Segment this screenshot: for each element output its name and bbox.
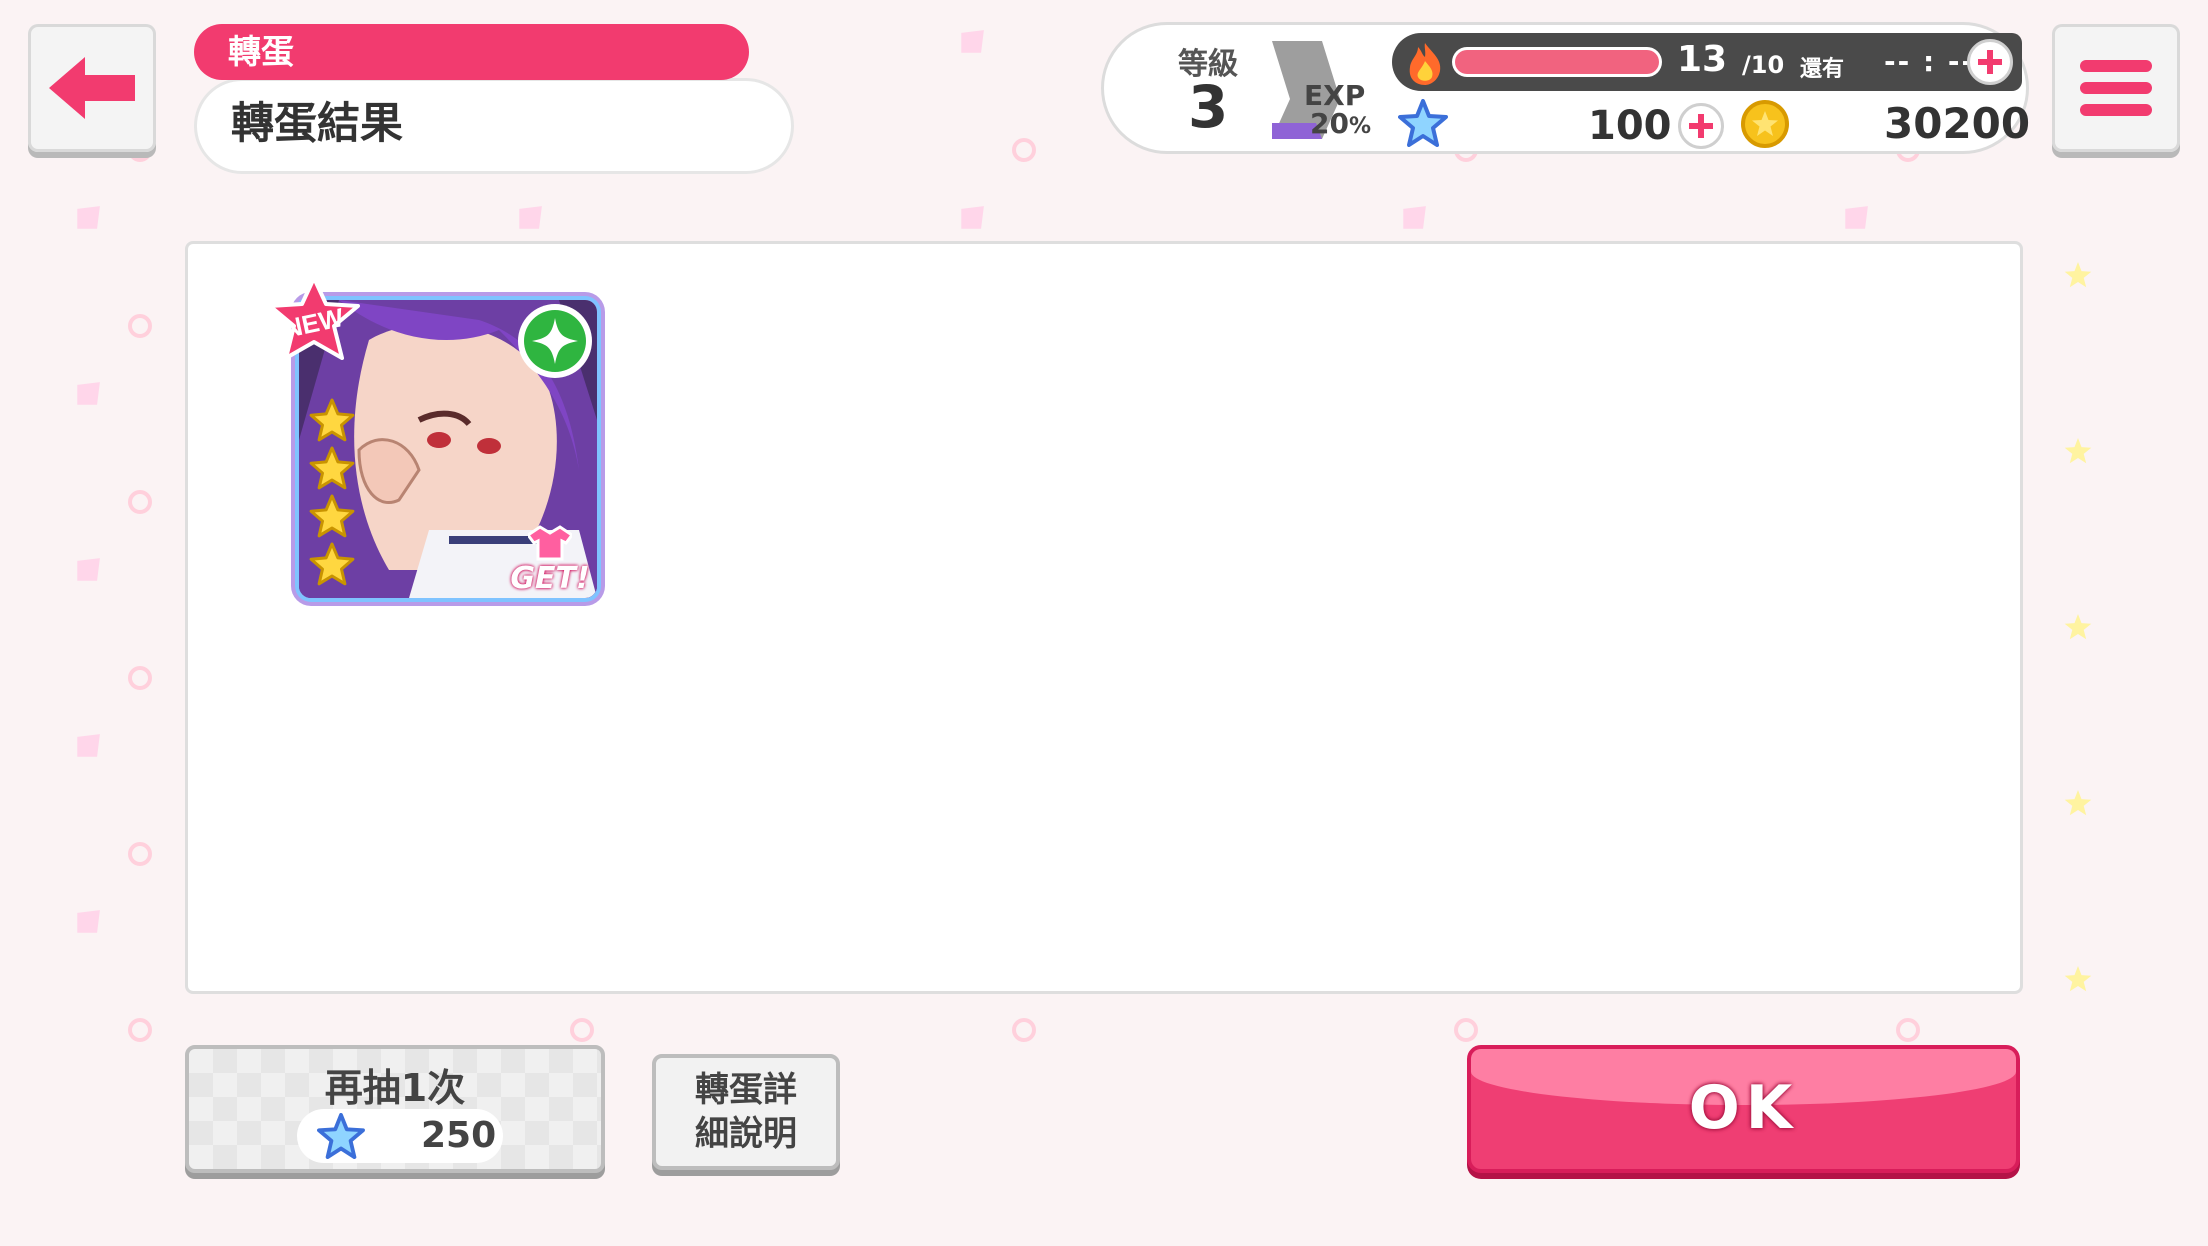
- details-label-line1: 轉蛋詳: [695, 1070, 797, 1110]
- plus-icon: [1689, 114, 1713, 138]
- stamina-add-button[interactable]: [1967, 39, 2013, 85]
- draw-again-label: 再抽1次: [324, 1066, 466, 1110]
- back-arrow-icon: [49, 57, 135, 119]
- flame-icon: [1409, 43, 1441, 85]
- bg-decoration: [2064, 790, 2092, 816]
- bg-decoration: [77, 558, 100, 581]
- stamina-max: /10: [1742, 51, 1785, 79]
- bg-decoration: [128, 666, 152, 690]
- gem-add-button[interactable]: [1678, 103, 1724, 149]
- gem-count: 100: [1588, 103, 1672, 149]
- star-gem-icon: [317, 1113, 365, 1159]
- bg-decoration: [128, 842, 152, 866]
- ok-label: OK: [1688, 1073, 1799, 1143]
- bg-decoration: [1403, 206, 1426, 229]
- back-button[interactable]: [28, 24, 156, 152]
- bg-decoration: [77, 910, 100, 933]
- remaining-time: -- : --: [1884, 45, 1976, 78]
- draw-cost-value: 250: [421, 1115, 497, 1156]
- page-category: 轉蛋: [194, 24, 749, 80]
- bg-decoration: [1012, 138, 1036, 162]
- plus-icon: [1978, 50, 2002, 74]
- rarity-star-icon: [309, 398, 355, 442]
- rarity-star-icon: [309, 446, 355, 490]
- bg-decoration: [2064, 262, 2092, 288]
- ok-button[interactable]: OK: [1467, 1045, 2020, 1173]
- coin-count: 30200: [1884, 99, 2031, 148]
- bg-decoration: [519, 206, 542, 229]
- draw-cost: 250: [297, 1109, 503, 1163]
- bg-decoration: [2064, 614, 2092, 640]
- coin-icon: [1741, 100, 1789, 148]
- attribute-icon: [518, 304, 592, 378]
- stamina-value: 13: [1677, 39, 1728, 80]
- page-title: 轉蛋結果: [194, 78, 794, 174]
- screen-title: 轉蛋結果 轉蛋: [194, 24, 794, 174]
- level-value: 3: [1188, 73, 1229, 141]
- bg-decoration: [961, 30, 984, 53]
- rarity-stars: [309, 398, 355, 586]
- gacha-details-button[interactable]: 轉蛋詳 細說明: [652, 1054, 840, 1170]
- costume-get-badge: GET!: [504, 516, 596, 596]
- bg-decoration: [77, 382, 100, 405]
- menu-icon-bar: [2080, 104, 2152, 116]
- details-label-line2: 細說明: [695, 1114, 797, 1154]
- new-badge: NEW: [268, 276, 360, 360]
- bg-decoration: [77, 206, 100, 229]
- star-gem-icon: [1398, 99, 1448, 147]
- shirt-icon: [528, 525, 572, 561]
- bg-decoration: [77, 734, 100, 757]
- bg-decoration: [128, 1018, 152, 1042]
- player-status-panel: 等級 3 EXP 20% 13 /10 還有 -- : -- 100 30200: [1101, 22, 2031, 154]
- stamina-bar: 13 /10 還有 -- : --: [1392, 33, 2022, 91]
- bg-decoration: [961, 206, 984, 229]
- menu-icon: [2080, 60, 2152, 72]
- get-badge-label: GET!: [510, 561, 590, 596]
- bg-decoration: [1845, 206, 1868, 229]
- sparkle-icon: [524, 310, 586, 372]
- stamina-gauge: [1452, 47, 1662, 77]
- draw-again-button[interactable]: 再抽1次 250: [185, 1045, 605, 1173]
- bg-decoration: [1896, 1018, 1920, 1042]
- menu-button[interactable]: [2052, 24, 2180, 152]
- bg-decoration: [128, 490, 152, 514]
- menu-icon-bar: [2080, 82, 2152, 94]
- bg-decoration: [570, 1018, 594, 1042]
- bg-decoration: [1454, 1018, 1478, 1042]
- rarity-star-icon: [309, 494, 355, 538]
- bg-decoration: [2064, 966, 2092, 992]
- bg-decoration: [2064, 438, 2092, 464]
- exp-percent: 20%: [1310, 107, 1372, 140]
- stamina-gauge-fill: [1455, 50, 1659, 74]
- rarity-star-icon: [309, 542, 355, 586]
- bg-decoration: [1012, 1018, 1036, 1042]
- remaining-label: 還有: [1800, 57, 1845, 82]
- bg-decoration: [128, 314, 152, 338]
